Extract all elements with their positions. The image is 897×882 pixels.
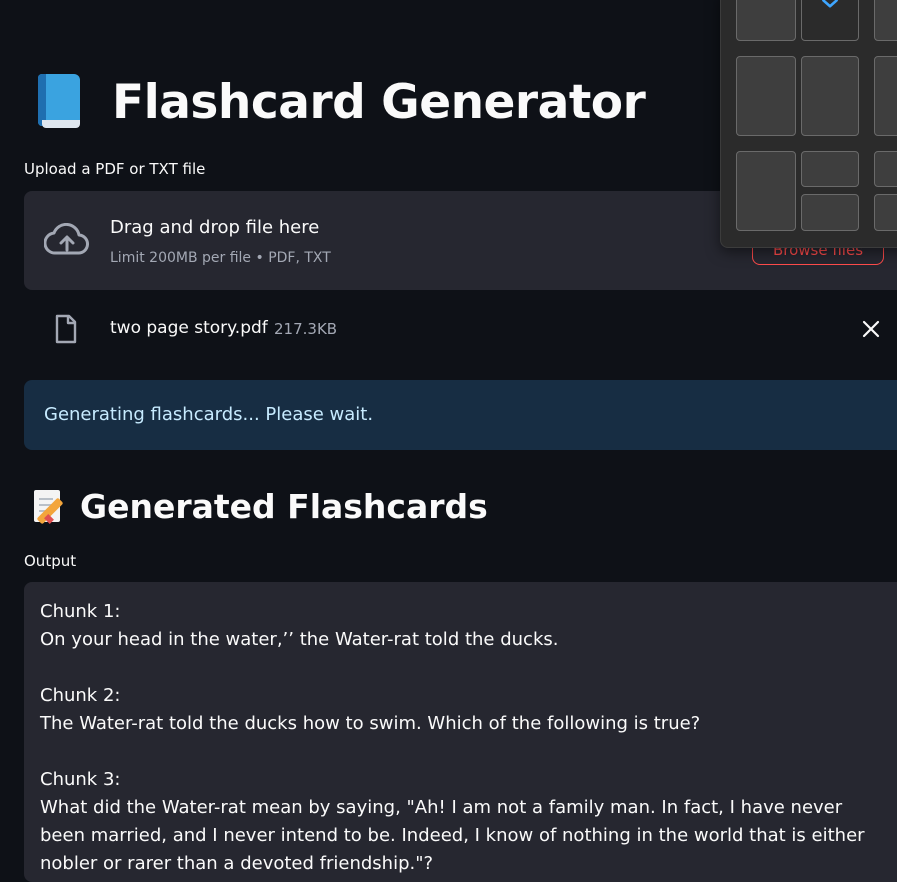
uploaded-file: two page story.pdf 217.3KB: [24, 306, 897, 354]
page-header: Flashcard Generator: [34, 72, 646, 132]
output-label: Output: [24, 552, 77, 570]
file-icon: [55, 314, 77, 344]
snap-zone[interactable]: [874, 0, 897, 41]
uploader-label: Upload a PDF or TXT file: [24, 160, 206, 178]
status-alert: Generating flashcards... Please wait.: [24, 380, 897, 450]
close-icon[interactable]: [860, 318, 882, 340]
output-text: Chunk 1: On your head in the water,’’ th…: [40, 601, 865, 874]
cloud-upload-icon: [44, 223, 89, 255]
vscode-icon: [822, 0, 838, 8]
status-message: Generating flashcards... Please wait.: [44, 404, 374, 425]
snap-zone[interactable]: [801, 56, 859, 136]
section-title: Generated Flashcards: [80, 486, 488, 526]
dropzone-limit: Limit 200MB per file • PDF, TXT: [110, 250, 331, 266]
snap-layouts-panel: [720, 0, 897, 248]
snap-zone[interactable]: [801, 0, 859, 41]
output-textarea[interactable]: Chunk 1: On your head in the water,’’ th…: [24, 582, 897, 882]
page-title: Flashcard Generator: [112, 74, 646, 130]
snap-zone[interactable]: [736, 56, 796, 136]
snap-zone[interactable]: [874, 151, 897, 187]
snap-zone[interactable]: [874, 56, 897, 136]
snap-zone[interactable]: [736, 0, 796, 41]
snap-zone[interactable]: [801, 151, 859, 187]
file-size: 217.3KB: [274, 320, 338, 338]
dropzone-title: Drag and drop file here: [110, 217, 320, 238]
snap-zone[interactable]: [736, 151, 796, 231]
snap-zone[interactable]: [801, 194, 859, 231]
snap-zone[interactable]: [874, 194, 897, 231]
file-name: two page story.pdf: [110, 318, 268, 338]
section-header: Generated Flashcards: [32, 486, 488, 526]
memo-icon: [32, 486, 66, 526]
book-icon: [34, 72, 86, 132]
